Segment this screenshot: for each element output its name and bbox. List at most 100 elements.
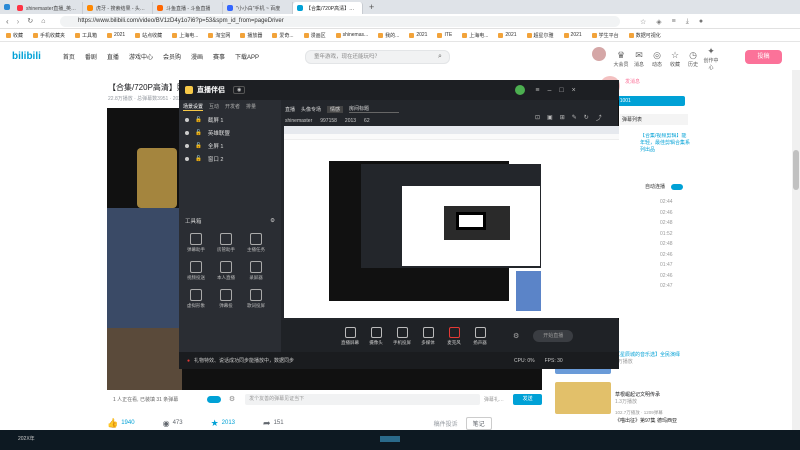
back-icon[interactable]: ‹ bbox=[6, 17, 9, 26]
vip-icon[interactable]: ♛ 大会员 bbox=[612, 50, 630, 68]
bookmark[interactable]: 我的... bbox=[378, 32, 399, 39]
app-menu-icon[interactable]: ≡ bbox=[535, 87, 539, 94]
extension-icon[interactable]: ◈ bbox=[656, 18, 661, 26]
nav-app[interactable]: 下载APP bbox=[235, 52, 259, 61]
eye-icon[interactable] bbox=[185, 130, 189, 135]
history-icon[interactable]: ◷ 历史 bbox=[684, 50, 702, 68]
mic-icon[interactable]: 麦克风 bbox=[441, 326, 467, 346]
creator-icon[interactable]: ✦ 创作中心 bbox=[702, 46, 720, 71]
upload-button[interactable]: 投稿 bbox=[745, 50, 782, 64]
bookmark[interactable]: 学生平台 bbox=[591, 32, 619, 39]
bookmark[interactable]: 漫画区 bbox=[303, 32, 326, 39]
tab-0[interactable]: shinemaster直播_英雄联盟... bbox=[13, 2, 83, 14]
speaker-icon[interactable]: 扬声器 bbox=[467, 326, 493, 346]
phone-icon[interactable]: 手机投屏 bbox=[389, 326, 415, 346]
nav-match[interactable]: 赛事 bbox=[213, 52, 225, 61]
star-icon[interactable]: ☆ bbox=[640, 18, 646, 26]
rec-last-title[interactable]: 《喵出征》第97集 德玛西亚 bbox=[615, 417, 695, 424]
scene-item[interactable]: 🔓 全屏 1 bbox=[179, 139, 281, 152]
tab-4[interactable]: 【合集/720P高清】照出迎... bbox=[293, 2, 363, 14]
rec-top-title[interactable]: 【合集/视频剪辑】能年轻，最佳剪辑合集系列出品 bbox=[640, 133, 690, 155]
info-tab[interactable]: 情感 bbox=[327, 105, 344, 113]
nav-mall[interactable]: 会员购 bbox=[163, 52, 181, 61]
minimize-icon[interactable]: – bbox=[547, 87, 551, 94]
new-tab-icon[interactable]: + bbox=[369, 2, 374, 12]
bookmark[interactable]: 2021 bbox=[107, 32, 125, 38]
eye-icon[interactable] bbox=[185, 143, 189, 148]
download-icon[interactable]: ⤓ bbox=[686, 18, 689, 26]
lock-icon[interactable]: 🔓 bbox=[195, 130, 202, 136]
bookmark[interactable]: 收藏 bbox=[6, 32, 23, 39]
layout-icon[interactable]: ⊞ bbox=[560, 114, 565, 121]
lock-icon[interactable]: 🔓 bbox=[195, 156, 202, 162]
lock-icon[interactable]: 🔓 bbox=[195, 117, 202, 123]
tab-interact[interactable]: 互动 bbox=[209, 103, 219, 110]
screen-icon[interactable]: 直播屏幕 bbox=[337, 326, 363, 346]
music-icon[interactable]: 歌词投屏 bbox=[241, 289, 271, 309]
bookmark[interactable]: shinemas... bbox=[335, 32, 368, 38]
clip-icon[interactable]: 弹幕投 bbox=[211, 289, 241, 309]
toolbox-settings-icon[interactable]: ⚙ bbox=[270, 218, 275, 224]
bookmark[interactable]: 2021 bbox=[409, 32, 427, 38]
room-icon[interactable]: 房管助手 bbox=[211, 233, 241, 253]
lock-icon[interactable]: 🔓 bbox=[195, 143, 202, 149]
forward-icon[interactable]: › bbox=[17, 17, 20, 26]
tab-rank[interactable]: 排量 bbox=[246, 103, 256, 110]
nav-home[interactable]: 首页 bbox=[63, 52, 75, 61]
refresh-icon[interactable]: ↻ bbox=[584, 114, 589, 121]
settings-icon[interactable]: ⚙ bbox=[513, 332, 519, 340]
dynamic-icon[interactable]: ◎ 动态 bbox=[648, 50, 666, 68]
edit-icon[interactable]: ✎ bbox=[572, 114, 577, 121]
user-avatar[interactable] bbox=[515, 85, 526, 95]
scrollbar-thumb[interactable] bbox=[793, 150, 799, 190]
bookmark[interactable]: ITE bbox=[437, 32, 452, 38]
fav-icon[interactable]: ★ bbox=[211, 418, 219, 429]
bookmark[interactable]: 工具箱 bbox=[75, 32, 97, 39]
site-logo[interactable]: bilibili bbox=[12, 51, 41, 62]
tab-scenes[interactable]: 场景设置 bbox=[183, 103, 204, 111]
info-tab[interactable]: 头像专场 bbox=[301, 106, 321, 113]
bookmark[interactable]: 数据可视化 bbox=[628, 32, 661, 39]
danmu-icon[interactable]: 弹幕助手 bbox=[181, 233, 211, 253]
tab-1[interactable]: 虎牙 - 搜索结果 - 头条直播 bbox=[83, 2, 153, 14]
bookmark[interactable]: 上海电... bbox=[462, 32, 488, 39]
note-button[interactable]: 笔记 bbox=[465, 416, 492, 430]
nav-live[interactable]: 直播 bbox=[107, 52, 119, 61]
danmaku-toggle[interactable] bbox=[207, 395, 221, 403]
avatar-icon[interactable]: 虚拟形象 bbox=[181, 289, 211, 309]
taskbar-app[interactable] bbox=[380, 436, 400, 442]
share-icon[interactable]: ➦ bbox=[263, 418, 271, 429]
download-icon[interactable]: 本人直播 bbox=[211, 261, 241, 281]
preview-canvas[interactable] bbox=[284, 126, 619, 318]
info-tab[interactable]: 直播 bbox=[285, 106, 295, 113]
task-icon[interactable]: 主播任务 bbox=[241, 233, 271, 253]
bookmark[interactable]: 播放器 bbox=[240, 32, 262, 39]
video-icon[interactable]: 视频投送 bbox=[181, 261, 211, 281]
autoplay-toggle[interactable] bbox=[671, 183, 684, 190]
record-icon[interactable]: 录屏器 bbox=[241, 261, 271, 281]
bookmark[interactable]: 上海电... bbox=[172, 32, 198, 39]
media-icon[interactable]: 多媒体 bbox=[415, 326, 441, 346]
bookmark[interactable]: 站点收藏 bbox=[135, 32, 162, 39]
menu-icon[interactable]: ≡ bbox=[672, 18, 676, 25]
bookmark[interactable]: 爱奇... bbox=[272, 32, 294, 39]
maximize-icon[interactable]: □ bbox=[559, 87, 563, 94]
coin-icon[interactable]: ◉ bbox=[163, 419, 170, 428]
eye-icon[interactable] bbox=[185, 156, 189, 161]
avatar[interactable] bbox=[592, 47, 606, 61]
message-icon[interactable]: ✉ 消息 bbox=[630, 50, 648, 68]
tab-developer[interactable]: 开发者 bbox=[225, 103, 240, 110]
nav-manga[interactable]: 漫画 bbox=[191, 52, 203, 61]
like-icon[interactable]: 👍 bbox=[107, 418, 118, 429]
send-button[interactable]: 发送 bbox=[513, 393, 542, 405]
danmaku-input[interactable]: 发个友善的弹幕见证当下 bbox=[245, 393, 480, 405]
bookmark[interactable]: 手机收藏夹 bbox=[33, 32, 65, 39]
address-input[interactable]: https://www.bilibili.com/video/BV1zD4y1o… bbox=[60, 16, 620, 27]
bookmark[interactable]: 超星尔雅 bbox=[526, 32, 554, 39]
eye-icon[interactable] bbox=[185, 117, 189, 122]
share-icon[interactable]: ⤴ bbox=[596, 113, 602, 122]
nav-anime[interactable]: 番剧 bbox=[85, 52, 97, 61]
tab-3[interactable]: "小小白"手机 ~ 百度 bbox=[223, 2, 293, 14]
bookmark[interactable]: 淘宝网 bbox=[208, 32, 230, 39]
favorite-icon[interactable]: ☆ 收藏 bbox=[666, 50, 684, 68]
